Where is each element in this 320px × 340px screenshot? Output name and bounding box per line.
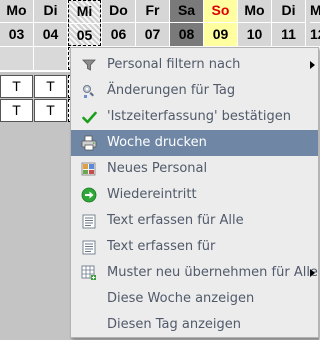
day-date: 08 bbox=[170, 22, 203, 44]
menu-item-diesen-tag-anzeigen[interactable]: Diesen Tag anzeigen bbox=[71, 312, 318, 338]
menu-item-istzeiterfassung-bestaetigen[interactable]: 'Istzeiterfassung' bestätigen bbox=[71, 104, 318, 130]
menu-item-label: Wiedereintritt bbox=[107, 187, 197, 202]
day-column-header[interactable]: Mo 10 bbox=[238, 0, 271, 46]
menu-item-label: Muster neu übernehmen für Alle bbox=[107, 265, 318, 280]
menu-item-label: Text erfassen für bbox=[107, 239, 216, 254]
day-date: 10 bbox=[238, 22, 271, 44]
day-header-row: Mo 03 Di 04 Mi 05 Do 06 Fr 07 Sa 08 So 09 Mo 10 … bbox=[0, 0, 320, 46]
menu-item-wiedereintritt[interactable]: Wiedereintritt bbox=[71, 182, 318, 208]
menu-item-aenderungen-tag[interactable]: Änderungen für Tag bbox=[71, 78, 318, 104]
new-staff-icon bbox=[81, 161, 97, 177]
day-name: Fr bbox=[145, 2, 160, 18]
day-date: 07 bbox=[136, 22, 169, 44]
day-name: Mo bbox=[244, 2, 265, 18]
text-document-icon bbox=[81, 213, 97, 229]
menu-item-diese-woche-anzeigen[interactable]: Diese Woche anzeigen bbox=[71, 286, 318, 312]
day-name: Do bbox=[109, 2, 128, 18]
menu-item-muster-neu-uebernehmen[interactable]: Muster neu übernehmen für Alle bbox=[71, 260, 318, 286]
shift-cell[interactable]: T bbox=[0, 75, 33, 98]
day-column-header[interactable]: Di 04 bbox=[34, 0, 67, 46]
day-name: Di bbox=[281, 2, 296, 18]
day-column-header-selected[interactable]: Mi 05 bbox=[68, 0, 101, 46]
day-name: Di bbox=[43, 2, 58, 18]
menu-item-neues-personal[interactable]: Neues Personal bbox=[71, 156, 318, 182]
day-column-header[interactable]: Di 11 bbox=[272, 0, 305, 46]
pattern-grid-icon bbox=[81, 265, 97, 281]
day-column-header[interactable]: Do 06 bbox=[102, 0, 135, 46]
green-checkmark-icon bbox=[81, 109, 97, 125]
day-date: 06 bbox=[102, 22, 135, 44]
menu-item-text-erfassen-alle[interactable]: Text erfassen für Alle bbox=[71, 208, 318, 234]
summary-cell[interactable] bbox=[0, 47, 33, 70]
text-document-icon bbox=[81, 239, 97, 255]
day-date: 12 bbox=[310, 22, 320, 44]
menu-item-label: Diese Woche anzeigen bbox=[107, 291, 255, 306]
context-menu: Personal filtern nach Änderungen für Tag… bbox=[70, 47, 319, 338]
day-name: Mi bbox=[310, 2, 320, 18]
day-date: 11 bbox=[272, 22, 305, 44]
day-date: 03 bbox=[0, 22, 33, 44]
funnel-icon bbox=[81, 57, 97, 73]
printer-icon bbox=[81, 135, 97, 151]
day-name: Sa bbox=[177, 2, 196, 18]
day-date: 09 bbox=[204, 22, 237, 44]
day-name: Mo bbox=[6, 2, 27, 18]
shift-cell[interactable]: T bbox=[34, 99, 67, 122]
menu-item-woche-drucken[interactable]: Woche drucken bbox=[71, 130, 318, 156]
day-date: 04 bbox=[34, 22, 67, 44]
summary-cell[interactable] bbox=[34, 47, 67, 70]
menu-item-label: Woche drucken bbox=[107, 135, 207, 150]
menu-item-label: Diesen Tag anzeigen bbox=[107, 317, 242, 332]
shift-cell[interactable]: T bbox=[34, 75, 67, 98]
day-name: So bbox=[211, 2, 230, 18]
menu-item-label: Text erfassen für Alle bbox=[107, 213, 244, 228]
menu-item-personal-filtern[interactable]: Personal filtern nach bbox=[71, 52, 318, 78]
day-column-header-sunday[interactable]: So 09 bbox=[204, 0, 237, 46]
menu-item-label: Änderungen für Tag bbox=[107, 83, 236, 98]
shift-cell[interactable]: T bbox=[0, 99, 33, 122]
menu-item-label: Personal filtern nach bbox=[107, 57, 241, 72]
menu-item-label: 'Istzeiterfassung' bestätigen bbox=[107, 109, 291, 124]
change-history-icon bbox=[81, 83, 97, 99]
day-name: Mi bbox=[76, 3, 93, 19]
day-column-header-saturday[interactable]: Sa 08 bbox=[170, 0, 203, 46]
submenu-arrow-icon bbox=[310, 269, 315, 277]
green-arrow-icon bbox=[81, 187, 97, 203]
day-column-header[interactable]: Mi 12 bbox=[306, 0, 320, 46]
day-column-header[interactable]: Mo 03 bbox=[0, 0, 33, 46]
day-column-header[interactable]: Fr 07 bbox=[136, 0, 169, 46]
menu-item-label: Neues Personal bbox=[107, 161, 208, 176]
day-date: 05 bbox=[69, 23, 100, 45]
submenu-arrow-icon bbox=[310, 61, 315, 69]
menu-item-text-erfassen-fuer[interactable]: Text erfassen für bbox=[71, 234, 318, 260]
